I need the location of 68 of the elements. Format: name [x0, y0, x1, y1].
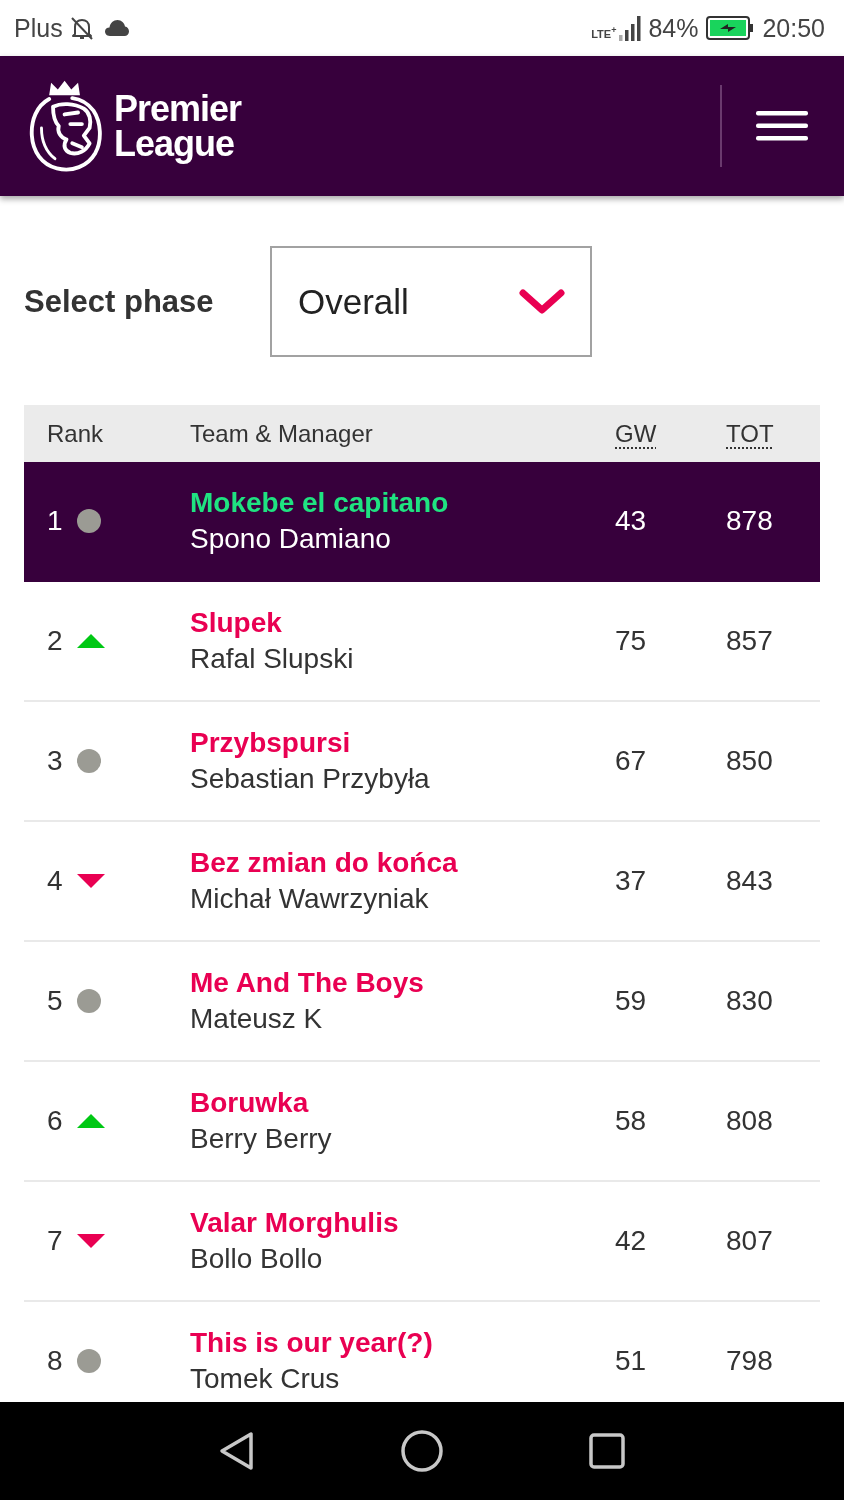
rank-number: 7 — [47, 1225, 63, 1257]
total-points: 798 — [726, 1345, 773, 1377]
rank-number: 1 — [47, 505, 63, 537]
rank-number: 2 — [47, 625, 63, 657]
gameweek-points: 43 — [615, 505, 647, 537]
menu-icon[interactable] — [756, 111, 808, 141]
total-points: 857 — [726, 625, 773, 657]
gameweek-points: 67 — [615, 745, 647, 777]
manager-name: Tomek Crus — [190, 1362, 340, 1396]
rank-number: 3 — [47, 745, 63, 777]
team-name[interactable]: Valar Morghulis — [190, 1205, 399, 1241]
phase-dropdown[interactable]: Overall — [270, 246, 592, 357]
total-points: 878 — [726, 505, 773, 537]
lion-logo-icon — [28, 79, 105, 173]
manager-name: Rafal Slupski — [190, 642, 354, 676]
team-name[interactable]: Slupek — [190, 605, 282, 641]
rank-number: 8 — [47, 1345, 63, 1377]
team-name[interactable]: Mokebe el capitano — [190, 485, 449, 521]
team-name[interactable]: This is our year(?) — [190, 1325, 433, 1361]
total-points: 807 — [726, 1225, 773, 1257]
manager-name: Spono Damiano — [190, 522, 391, 556]
rank-number: 6 — [47, 1105, 63, 1137]
column-header: Rank — [47, 419, 104, 448]
team-name[interactable]: Boruwka — [190, 1085, 309, 1121]
network-type: LTE$^{+}$ — [591, 25, 617, 40]
triangle-up-icon — [76, 634, 105, 648]
total-points: 850 — [726, 745, 773, 777]
rank-number: 5 — [47, 985, 63, 1017]
dot-icon — [76, 989, 101, 1013]
battery-percent: 84% — [648, 13, 699, 43]
triangle-down-icon — [76, 874, 105, 888]
manager-name: Sebastian Przybyła — [190, 762, 430, 796]
gameweek-points: 42 — [615, 1225, 647, 1257]
bell-off-icon — [68, 15, 95, 41]
table-row[interactable]: 1 Mokebe el capitano Spono Damiano 43 878 — [24, 462, 820, 582]
gameweek-points: 75 — [615, 625, 647, 657]
gameweek-points: 59 — [615, 985, 647, 1017]
team-name[interactable]: Przybspursi — [190, 725, 351, 761]
gameweek-points: 37 — [615, 865, 647, 897]
dot-icon — [76, 749, 101, 773]
clock-time: 20:50 — [762, 13, 825, 43]
gameweek-points: 58 — [615, 1105, 647, 1137]
chevron-down-icon — [519, 288, 565, 315]
column-header[interactable]: TOT — [726, 419, 774, 448]
manager-name: Mateusz K — [190, 1002, 323, 1036]
total-points: 808 — [726, 1105, 773, 1137]
manager-name: Berry Berry — [190, 1122, 332, 1156]
team-name[interactable]: Bez zmian do końca — [190, 845, 458, 881]
rank-number: 4 — [47, 865, 63, 897]
team-name[interactable]: Me And The Boys — [190, 965, 424, 1001]
column-header[interactable]: GW — [615, 419, 657, 448]
dot-icon — [76, 1349, 101, 1373]
cloud-icon — [103, 19, 130, 37]
manager-name: Bollo Bollo — [190, 1242, 323, 1276]
gameweek-points: 51 — [615, 1345, 647, 1377]
triangle-down-icon — [76, 1234, 105, 1248]
recents-icon[interactable] — [589, 1433, 625, 1469]
manager-name: Michał Wawrzyniak — [190, 882, 429, 916]
back-icon[interactable] — [219, 1431, 255, 1471]
total-points: 843 — [726, 865, 773, 897]
triangle-up-icon — [76, 1114, 105, 1128]
carrier-name: Plus — [14, 13, 63, 43]
total-points: 830 — [726, 985, 773, 1017]
column-header: Team & Manager — [190, 419, 373, 448]
dot-icon — [76, 509, 101, 533]
home-icon[interactable] — [401, 1430, 443, 1472]
phase-label: Select phase — [24, 283, 215, 320]
battery-charging-icon — [706, 16, 755, 40]
